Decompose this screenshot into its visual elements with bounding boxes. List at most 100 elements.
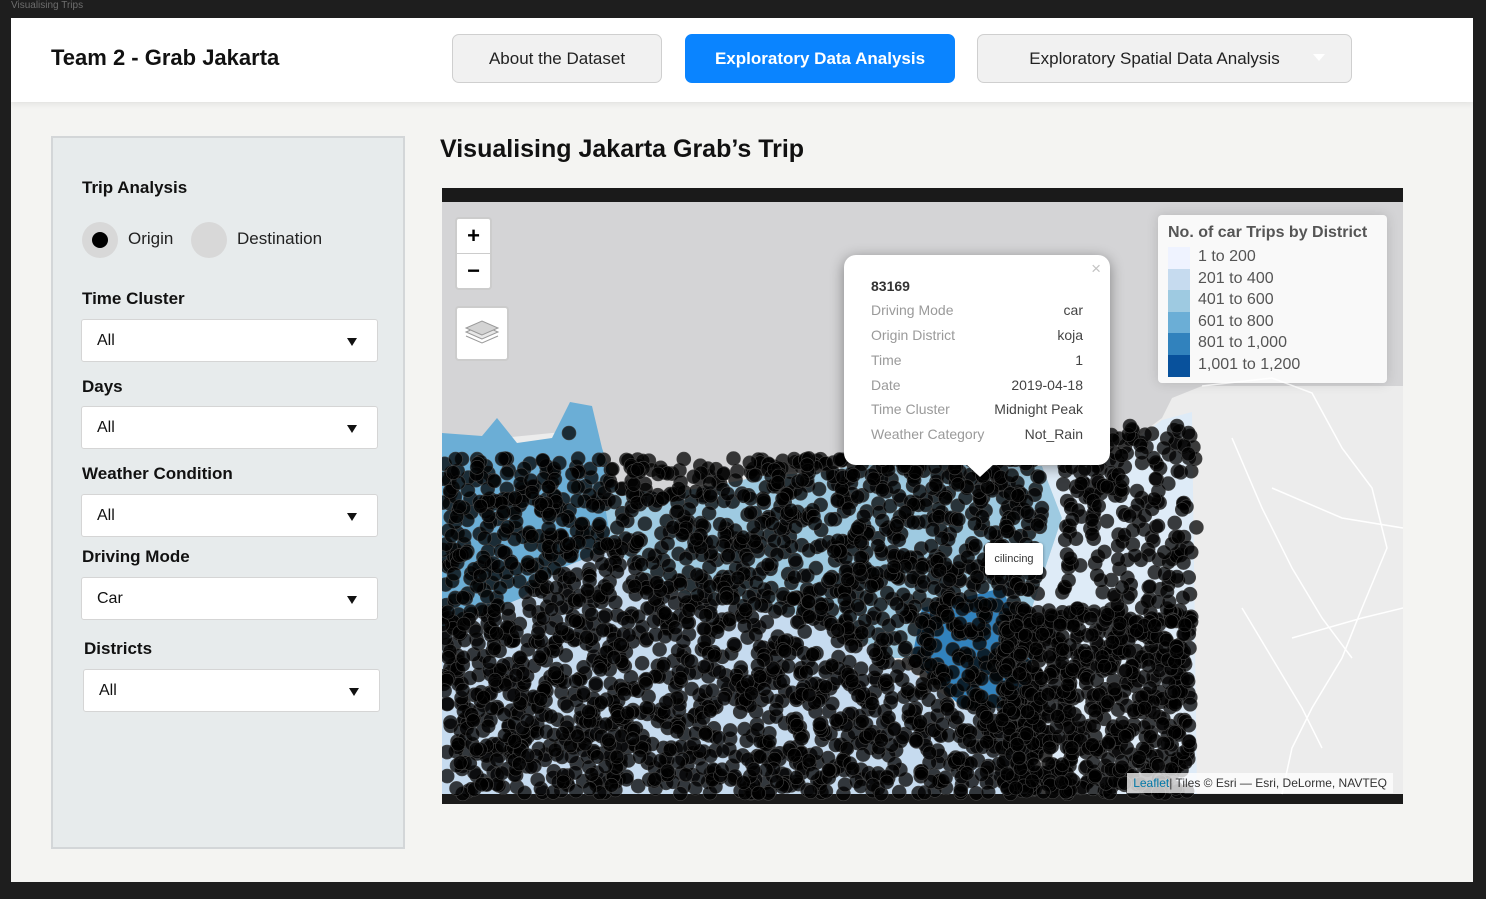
trip-point <box>1011 750 1027 766</box>
trip-point <box>963 588 978 604</box>
trip-point <box>448 451 463 467</box>
time-cluster-label: Time Cluster <box>82 289 185 308</box>
trip-point <box>720 486 735 502</box>
trip-point <box>655 490 670 506</box>
trip-point <box>471 636 486 652</box>
trip-point <box>1086 718 1102 734</box>
trip-point <box>974 689 989 705</box>
trip-point <box>1099 479 1115 495</box>
trip-point <box>1073 476 1089 491</box>
trip-point <box>826 544 842 559</box>
trip-point <box>455 682 471 698</box>
driving-mode-label: Driving Mode <box>82 547 190 566</box>
trip-point <box>487 672 503 688</box>
trip-point <box>1169 644 1185 659</box>
trip-point <box>844 673 860 689</box>
trip-point <box>592 516 607 532</box>
attribution-text: | Tiles © Esri — Esri, DeLorme, NAVTEQ <box>1169 776 1387 790</box>
trip-point <box>940 701 955 717</box>
time-cluster-select[interactable]: All <box>81 319 378 362</box>
legend-item: 801 to 1,000 <box>1168 333 1378 355</box>
layers-control-button[interactable] <box>455 306 509 361</box>
trip-point <box>889 518 904 534</box>
trip-point <box>1041 755 1056 771</box>
origin-radio[interactable] <box>82 222 118 258</box>
trip-point <box>1147 491 1162 507</box>
trip-point <box>882 498 898 514</box>
popup-trip-id: 83169 <box>871 278 910 294</box>
trip-point <box>623 669 639 685</box>
districts-label: Districts <box>84 639 153 658</box>
trip-point <box>647 771 663 787</box>
trip-point <box>748 575 764 590</box>
trip-point <box>789 770 804 786</box>
trip-point <box>561 536 577 552</box>
legend-swatch <box>1168 290 1190 312</box>
trip-point <box>469 459 485 475</box>
trip-point <box>665 519 681 535</box>
trip-point <box>1062 550 1078 566</box>
tab-about-dataset[interactable]: About the Dataset <box>452 34 662 83</box>
trip-point <box>541 479 556 495</box>
weather-condition-select[interactable]: All <box>81 494 378 537</box>
popup-tip <box>965 463 995 477</box>
page-title: Visualising Jakarta Grab’s Trip <box>440 135 805 163</box>
trip-point <box>1085 737 1100 752</box>
tab-exploratory-data-analysis[interactable]: Exploratory Data Analysis <box>685 34 955 83</box>
trip-point <box>522 603 538 619</box>
close-icon[interactable]: × <box>1091 259 1101 279</box>
trip-point <box>743 505 758 521</box>
trip-point <box>1085 754 1101 770</box>
trip-point <box>873 597 888 612</box>
trip-point <box>489 625 504 641</box>
trip-point <box>712 664 727 680</box>
trip-point <box>605 461 620 477</box>
trip-point <box>837 592 853 608</box>
districts-select[interactable]: All <box>83 669 380 712</box>
trip-point <box>606 650 622 665</box>
trip-point <box>1028 641 1044 657</box>
trip-point <box>595 556 610 572</box>
trip-point <box>591 452 607 468</box>
trip-point <box>1156 545 1172 560</box>
trip-point <box>661 558 676 573</box>
trip-point <box>538 724 554 740</box>
window-title: Visualising Trips <box>11 0 84 11</box>
trip-point <box>1148 471 1164 487</box>
trip-point <box>711 730 727 746</box>
destination-radio[interactable] <box>191 222 227 258</box>
days-select[interactable]: All <box>81 406 378 449</box>
leaflet-link[interactable]: Leaflet <box>1133 776 1169 790</box>
trip-point <box>554 621 569 637</box>
trip-point <box>479 589 495 604</box>
trip-point <box>760 557 776 573</box>
trip-point <box>443 715 458 730</box>
legend-swatch <box>1168 355 1190 377</box>
tab-exploratory-spatial-data-analysis[interactable]: Exploratory Spatial Data Analysis <box>977 34 1352 83</box>
trip-point <box>1167 515 1183 531</box>
trip-point <box>884 690 900 706</box>
trip-point <box>465 713 481 729</box>
zoom-in-button[interactable]: + <box>457 219 490 253</box>
trip-point <box>889 596 905 612</box>
trip-point <box>1112 616 1128 631</box>
driving-mode-select[interactable]: Car <box>81 577 378 620</box>
leaflet-map[interactable]: + − × 83169 Driving Mode car Origin Dist… <box>442 188 1403 804</box>
destination-radio-label[interactable]: Destination <box>237 229 322 249</box>
trip-point <box>1147 618 1163 634</box>
trip-point <box>595 622 610 638</box>
trip-point <box>594 695 609 710</box>
zoom-out-button[interactable]: − <box>457 254 490 288</box>
trip-point <box>898 640 913 656</box>
trip-point <box>960 549 975 565</box>
trip-point <box>555 512 571 528</box>
trip-point <box>742 455 758 471</box>
trip-point <box>1100 607 1115 622</box>
layers-icon <box>464 320 500 344</box>
origin-radio-label[interactable]: Origin <box>128 229 173 249</box>
trip-point <box>726 451 741 466</box>
trip-point <box>793 486 808 501</box>
trip-point <box>994 712 1010 728</box>
trip-point <box>534 569 549 584</box>
trip-point <box>728 472 743 488</box>
